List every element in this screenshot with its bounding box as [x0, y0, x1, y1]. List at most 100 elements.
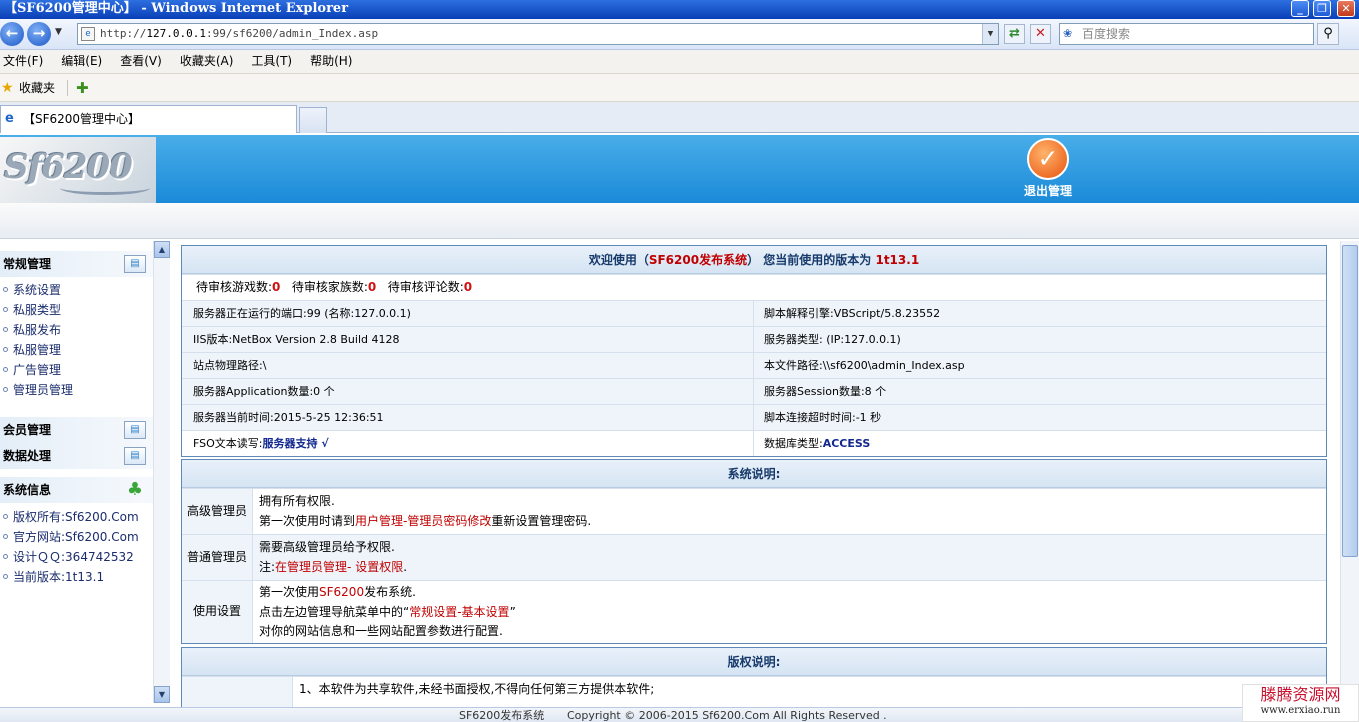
section-title: 会员管理 [3, 423, 52, 437]
sidebar-item-system-settings[interactable]: 系统设置 [0, 280, 153, 300]
window-title-bar: 【SF6200管理中心】 - Windows Internet Explorer… [0, 0, 1359, 19]
sidebar-item-label: 广告管理 [13, 363, 62, 377]
pending-comments-label: 待审核评论数: [387, 280, 464, 294]
scroll-up-icon[interactable]: ▲ [154, 241, 170, 258]
address-input[interactable]: e http://127.0.0.1:99/sf6200/admin_Index… [77, 23, 999, 45]
menu-view[interactable]: 查看(V) [120, 50, 162, 73]
section-title: 系统信息 [3, 483, 52, 497]
bullet-icon [3, 554, 8, 559]
desc-brand: SF6200 [319, 585, 365, 599]
sidebar-item-label: 系统设置 [13, 283, 62, 297]
refresh-button[interactable]: ⇄ [1004, 24, 1025, 44]
menu-file[interactable]: 文件(F) [3, 50, 43, 73]
copyright-panel: 版权说明: 1、本软件为共享软件,未经书面授权,不得向任何第三方提供本软件; [181, 647, 1327, 707]
sidebar-item-server-types[interactable]: 私服类型 [0, 300, 153, 320]
copyright-label-cell [182, 677, 293, 707]
tab-title: 【SF6200管理中心】 [23, 112, 141, 126]
desc-line: 对你的网站信息和一些网站配置参数进行配置. [259, 624, 503, 638]
header-sub-band [0, 203, 1359, 239]
desc-line: 注:在管理员管理- 设置权限. [259, 558, 1326, 578]
sidebar-section-sysinfo[interactable]: 系统信息 ♣ [0, 477, 153, 503]
page-icon: e [81, 27, 95, 41]
menu-tools[interactable]: 工具(T) [251, 50, 292, 73]
sidebar-info-copyright: 版权所有:Sf6200.Com [0, 507, 153, 527]
forward-button[interactable]: → [27, 22, 51, 46]
watermark: 滕腾资源网 www.erxiao.run [1242, 684, 1359, 722]
stop-button[interactable]: ✕ [1030, 24, 1051, 44]
scroll-down-icon[interactable]: ▼ [154, 686, 170, 703]
exit-admin-button[interactable]: ✓ 退出管理 [1012, 138, 1084, 202]
system-name: SF6200发布系统 [648, 253, 748, 267]
section-title: 数据处理 [3, 449, 52, 463]
address-host: 127.0.0.1 [146, 27, 206, 40]
sidebar-section-general[interactable]: 常规管理 ▤ [0, 251, 153, 277]
copyright-line: 1、本软件为共享软件,未经书面授权,不得向任何第三方提供本软件; [299, 682, 655, 696]
desc-label: 普通管理员 [182, 535, 253, 580]
info-db: 数据库类型:ACCESS [754, 431, 1326, 456]
footer-system: SF6200发布系统 [459, 709, 545, 722]
tab-active[interactable]: e 【SF6200管理中心】 [0, 105, 297, 133]
menu-edit[interactable]: 编辑(E) [61, 50, 102, 73]
desc-label: 高级管理员 [182, 489, 253, 534]
pending-families-label: 待审核家族数: [291, 280, 368, 294]
sidebar-item-server-publish[interactable]: 私服发布 [0, 320, 153, 340]
menu-bar: 文件(F) 编辑(E) 查看(V) 收藏夹(A) 工具(T) 帮助(H) [0, 50, 1359, 74]
db-label: 数据库类型: [764, 437, 823, 450]
sidebar-item-label: 管理员管理 [13, 383, 74, 397]
checkmark-icon: ✓ [1027, 138, 1069, 180]
sidebar-scrollbar[interactable]: ▲ ▼ [153, 241, 170, 703]
desc-text: 第一次使用 [259, 585, 320, 599]
desc-row-normal-admin: 普通管理员 需要高级管理员给予权限. 注:在管理员管理- 设置权限. [182, 534, 1326, 580]
search-input[interactable]: ❀ 百度搜索 [1059, 23, 1314, 45]
sidebar-info-website[interactable]: 官方网站:Sf6200.Com [0, 527, 153, 547]
sidebar-info-version: 当前版本:1t13.1 [0, 567, 153, 587]
back-button[interactable]: ← [0, 22, 24, 46]
info-row: FSO文本读写:服务器支持 √ 数据库类型:ACCESS [182, 430, 1326, 456]
site-header: Sf6200 ✓ 退出管理 [0, 133, 1359, 203]
info-application: 服务器Application数量:0 个 [182, 379, 754, 404]
scroll-thumb[interactable] [1342, 245, 1358, 557]
bullet-icon [3, 347, 8, 352]
sidebar-section-members[interactable]: 会员管理 ▤ [0, 417, 153, 443]
bullet-icon [3, 574, 8, 579]
welcome-mid: ） 您当前使用的版本为 [747, 253, 872, 267]
maximize-button[interactable]: ❐ [1313, 0, 1331, 17]
search-icon[interactable]: ⚲ [1317, 23, 1339, 45]
sidebar-item-server-manage[interactable]: 私服管理 [0, 340, 153, 360]
desc-link[interactable]: 用户管理-管理员密码修改 [355, 514, 491, 528]
favorites-button[interactable]: 收藏夹 [19, 74, 55, 102]
system-description-title: 系统说明: [182, 460, 1326, 488]
sidebar-item-admins[interactable]: 管理员管理 [0, 380, 153, 400]
fso-label: FSO文本读写: [193, 437, 263, 450]
favorites-star-icon[interactable]: ★ [1, 74, 14, 102]
page-footer: SF6200发布系统 Copyright © 2006-2015 Sf6200.… [0, 707, 1359, 722]
desc-text: 注: [259, 559, 276, 574]
address-dropdown-icon[interactable]: ▼ [982, 24, 998, 44]
new-tab-button[interactable] [299, 107, 327, 133]
history-dropdown-icon[interactable]: ▼ [55, 27, 62, 37]
desc-line: 第一次使用SF6200发布系统. [259, 583, 1326, 603]
folder-icon: ▤ [124, 421, 146, 439]
toolbar-divider [67, 80, 68, 96]
bullet-icon [3, 514, 8, 519]
menu-favorites[interactable]: 收藏夹(A) [180, 50, 234, 73]
desc-line: 需要高级管理员给予权限. [259, 540, 395, 554]
section-title: 常规管理 [3, 257, 52, 271]
sidebar-section-data[interactable]: 数据处理 ▤ [0, 443, 153, 469]
sidebar-item-ads[interactable]: 广告管理 [0, 360, 153, 380]
desc-row-senior-admin: 高级管理员 拥有所有权限. 第一次使用时请到用户管理-管理员密码修改重新设置管理… [182, 488, 1326, 534]
desc-text: 点击左边管理导航菜单中的“ [259, 604, 410, 619]
content-scrollbar[interactable] [1340, 241, 1359, 707]
minimize-button[interactable]: _ [1291, 0, 1309, 17]
desc-link[interactable]: 常规设置-基本设置 [409, 605, 509, 619]
pending-families-count: 0 [367, 280, 377, 294]
info-port: 服务器正在运行的端口:99 (名称:127.0.0.1) [182, 301, 754, 326]
menu-help[interactable]: 帮助(H) [310, 50, 352, 73]
copyright-row: 1、本软件为共享软件,未经书面授权,不得向任何第三方提供本软件; [182, 676, 1326, 707]
add-favorite-icon[interactable]: ✚ [76, 74, 89, 102]
desc-link[interactable]: 在管理员管理- 设置权限 [275, 560, 403, 574]
close-window-button[interactable]: ✕ [1337, 0, 1355, 17]
sidebar-info-qq: 设计ＱＱ:364742532 [0, 547, 153, 567]
version-value: 1t13.1 [875, 253, 920, 267]
watermark-title: 滕腾资源网 [1260, 685, 1341, 704]
